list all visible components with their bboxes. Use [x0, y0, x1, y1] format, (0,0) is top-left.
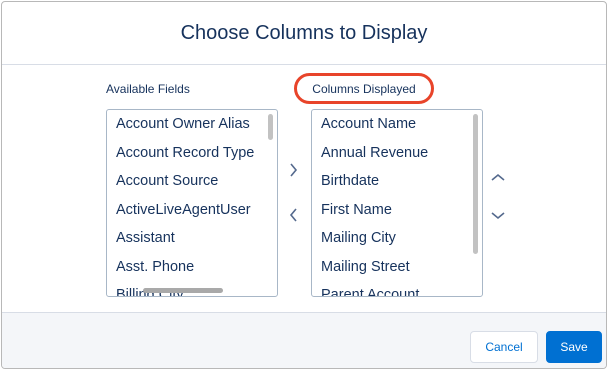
list-item[interactable]: Asst. Phone — [107, 253, 254, 282]
list-item[interactable]: Mailing City — [312, 224, 428, 253]
chevron-down-icon — [491, 211, 505, 219]
move-right-button[interactable] — [285, 162, 301, 178]
move-down-button[interactable] — [490, 207, 506, 223]
modal-title: Choose Columns to Display — [180, 21, 428, 44]
move-up-button[interactable] — [490, 169, 506, 185]
chevron-right-icon — [289, 163, 297, 177]
list-item[interactable]: Account Source — [107, 167, 254, 196]
list-item[interactable]: Birthdate — [312, 167, 428, 196]
save-button[interactable]: Save — [546, 331, 602, 363]
list-item[interactable]: Annual Revenue — [312, 139, 428, 168]
columns-displayed-label: Columns Displayed — [294, 73, 434, 104]
list-item[interactable]: First Name — [312, 196, 428, 225]
columns-displayed-label-text: Columns Displayed — [312, 81, 416, 96]
vertical-scrollbar[interactable] — [473, 114, 478, 254]
modal-body: Available Fields Columns Displayed Accou… — [2, 65, 606, 312]
chevron-up-icon — [491, 173, 505, 181]
columns-displayed-listbox[interactable]: Account Name Annual Revenue Birthdate Fi… — [311, 109, 483, 297]
modal-footer: Cancel Save — [2, 312, 606, 368]
list-item[interactable]: Assistant — [107, 224, 254, 253]
move-left-button[interactable] — [285, 207, 301, 223]
choose-columns-modal: Choose Columns to Display Available Fiel… — [1, 1, 607, 369]
list-item[interactable]: ActiveLiveAgentUser — [107, 196, 254, 225]
list-item[interactable]: Account Name — [312, 110, 428, 139]
list-item[interactable]: Account Owner Alias — [107, 110, 254, 139]
vertical-scrollbar[interactable] — [268, 114, 273, 140]
list-item[interactable]: Mailing Street — [312, 253, 428, 282]
available-fields-listbox[interactable]: Account Owner Alias Account Record Type … — [106, 109, 278, 297]
list-item[interactable]: Parent Account — [312, 281, 428, 296]
available-fields-label: Available Fields — [106, 82, 190, 96]
modal-header: Choose Columns to Display — [2, 2, 606, 65]
horizontal-scrollbar[interactable] — [143, 288, 223, 293]
cancel-button[interactable]: Cancel — [470, 331, 538, 363]
chevron-left-icon — [289, 208, 297, 222]
list-item[interactable]: Account Record Type — [107, 139, 254, 168]
